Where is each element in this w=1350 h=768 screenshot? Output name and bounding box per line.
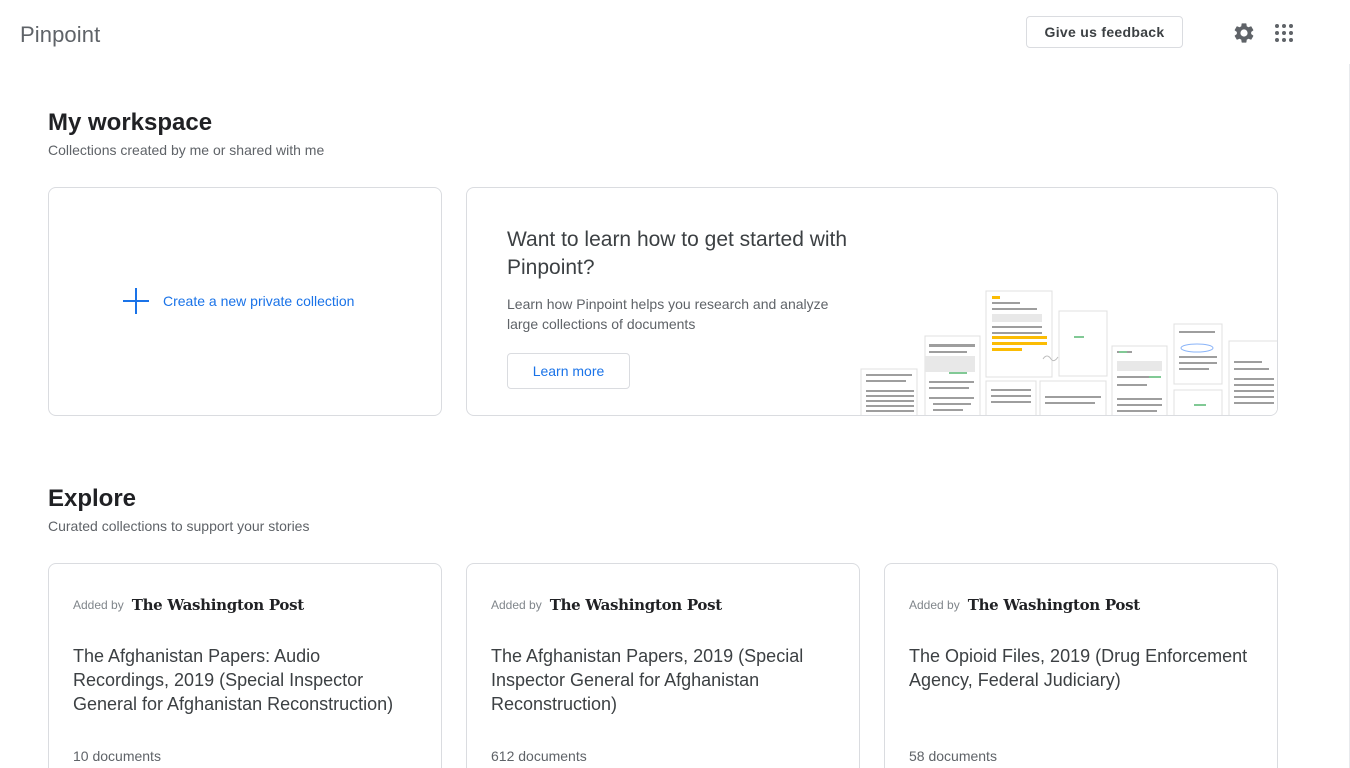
publisher-logo: The Washington Post bbox=[967, 596, 1140, 614]
create-collection-link[interactable]: Create a new private collection bbox=[123, 288, 354, 314]
document-count: 58 documents bbox=[909, 748, 997, 764]
collection-title[interactable]: The Opioid Files, 2019 (Drug Enforcement… bbox=[909, 644, 1249, 692]
added-by-label: Added by bbox=[73, 598, 124, 612]
my-workspace-subtitle: Collections created by me or shared with… bbox=[48, 142, 325, 158]
added-by: Added by The Washington Post bbox=[73, 596, 304, 614]
explore-subtitle: Curated collections to support your stor… bbox=[48, 518, 310, 534]
collection-card[interactable]: Added by The Washington Post The Afghani… bbox=[48, 563, 442, 768]
learn-title: Want to learn how to get started with Pi… bbox=[507, 228, 848, 279]
collection-title[interactable]: The Afghanistan Papers, 2019 (Special In… bbox=[491, 644, 831, 716]
publisher-logo: The Washington Post bbox=[549, 596, 722, 614]
documents-illustration bbox=[860, 290, 1277, 415]
collection-card[interactable]: Added by The Washington Post The Opioid … bbox=[884, 563, 1278, 768]
publisher-logo: The Washington Post bbox=[131, 596, 304, 614]
my-workspace-title: My workspace bbox=[48, 109, 213, 136]
give-feedback-button[interactable]: Give us feedback bbox=[1026, 16, 1183, 48]
added-by: Added by The Washington Post bbox=[909, 596, 1140, 614]
apps-grid-icon[interactable] bbox=[1272, 21, 1296, 45]
document-count: 612 documents bbox=[491, 748, 587, 764]
learn-more-button[interactable]: Learn more bbox=[507, 353, 630, 389]
collection-card[interactable]: Added by The Washington Post The Afghani… bbox=[466, 563, 860, 768]
gear-icon[interactable] bbox=[1232, 21, 1256, 45]
added-by-label: Added by bbox=[909, 598, 960, 612]
document-count: 10 documents bbox=[73, 748, 161, 764]
learn-description: Learn how Pinpoint helps you research an… bbox=[507, 296, 829, 332]
added-by: Added by The Washington Post bbox=[491, 596, 722, 614]
create-collection-label: Create a new private collection bbox=[163, 293, 355, 309]
top-bar: Pinpoint Give us feedback bbox=[0, 0, 1350, 68]
plus-icon bbox=[123, 288, 149, 314]
explore-title: Explore bbox=[48, 485, 137, 512]
collection-title[interactable]: The Afghanistan Papers: Audio Recordings… bbox=[73, 644, 413, 716]
app-logo[interactable]: Pinpoint bbox=[20, 22, 100, 48]
create-collection-card[interactable]: Create a new private collection bbox=[48, 187, 442, 416]
learn-card: Want to learn how to get started with Pi… bbox=[466, 187, 1278, 416]
added-by-label: Added by bbox=[491, 598, 542, 612]
